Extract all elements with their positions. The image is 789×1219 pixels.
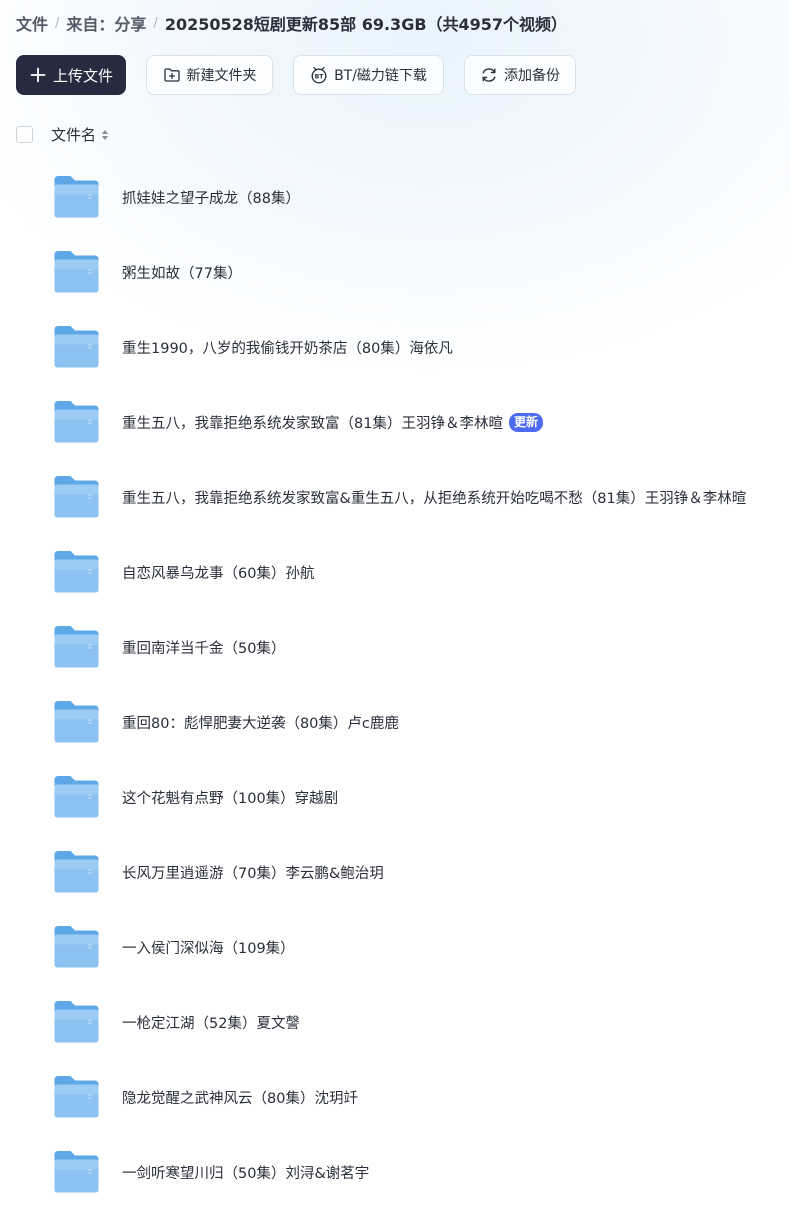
folder-name: 粥生如故（77集） <box>122 266 242 282</box>
upload-button-label: 上传文件 <box>52 66 113 85</box>
breadcrumb-separator: / <box>55 15 60 31</box>
folder-name: 重生1990，八岁的我偷钱开奶茶店（80集）海依凡 <box>122 341 453 357</box>
folder-icon <box>53 175 100 219</box>
folder-icon <box>53 775 100 819</box>
folder-name: 重生五八，我靠拒绝系统发家致富（81集）王羽铮＆李林暄 更新 <box>122 412 543 433</box>
toolbar: 上传文件 新建文件夹 BT BT/磁力链下载 添加备份 <box>16 55 576 95</box>
list-item[interactable]: 重回80：彪悍肥妻大逆袭（80集）卢c鹿鹿 <box>0 685 789 760</box>
plus-icon <box>29 66 47 84</box>
breadcrumb-shared[interactable]: 来自：分享 <box>66 11 146 35</box>
list-item[interactable]: 自恋风暴乌龙事（60集）孙航 <box>0 535 789 610</box>
folder-name: 自恋风暴乌龙事（60集）孙航 <box>122 566 315 582</box>
folder-icon <box>53 400 100 444</box>
breadcrumb-separator: / <box>153 15 158 31</box>
folder-icon <box>53 1000 100 1044</box>
folder-name: 重生五八，我靠拒绝系统发家致富&重生五八，从拒绝系统开始吃喝不愁（81集）王羽铮… <box>122 491 747 507</box>
svg-text:BT: BT <box>315 73 325 80</box>
list-item[interactable]: 一剑听寒望川归（50集）刘浔&谢茗宇 <box>0 1135 789 1210</box>
folder-name: 重回80：彪悍肥妻大逆袭（80集）卢c鹿鹿 <box>122 716 399 732</box>
list-item[interactable]: 重回南洋当千金（50集） <box>0 610 789 685</box>
folder-icon <box>53 250 100 294</box>
file-list: 抓娃娃之望子成龙（88集） 粥生如故（77集） 重生1990，八岁的我偷钱开奶茶… <box>0 160 789 1210</box>
list-header: 文件名 <box>16 124 109 145</box>
folder-icon <box>53 1075 100 1119</box>
folder-name-text: 重生五八，我靠拒绝系统发家致富（81集）王羽铮＆李林暄 <box>122 416 503 432</box>
list-item[interactable]: 一枪定江湖（52集）夏文謦 <box>0 985 789 1060</box>
bt-button-label: BT/磁力链下载 <box>334 68 427 84</box>
bt-magnet-download-button[interactable]: BT BT/磁力链下载 <box>293 55 444 95</box>
folder-icon <box>53 550 100 594</box>
list-item[interactable]: 重生五八，我靠拒绝系统发家致富（81集）王羽铮＆李林暄 更新 <box>0 385 789 460</box>
folder-icon <box>53 925 100 969</box>
folder-name: 一剑听寒望川归（50集）刘浔&谢茗宇 <box>122 1166 370 1182</box>
add-backup-button-label: 添加备份 <box>504 68 560 84</box>
folder-icon <box>53 850 100 894</box>
folder-name: 这个花魁有点野（100集）穿越剧 <box>122 791 339 807</box>
folder-icon <box>53 1150 100 1194</box>
folder-icon <box>53 325 100 369</box>
list-item[interactable]: 一入侯门深似海（109集） <box>0 910 789 985</box>
folder-name: 一入侯门深似海（109集） <box>122 941 295 957</box>
folder-name: 抓娃娃之望子成龙（88集） <box>122 191 300 207</box>
breadcrumb-files[interactable]: 文件 <box>16 11 48 35</box>
breadcrumb-current-folder: 20250528短剧更新85部 69.3GB（共4957个视频） <box>164 15 568 34</box>
folder-name: 重回南洋当千金（50集） <box>122 641 286 657</box>
new-folder-button[interactable]: 新建文件夹 <box>146 55 273 95</box>
upload-button[interactable]: 上传文件 <box>16 55 126 95</box>
select-all-checkbox[interactable] <box>16 126 33 143</box>
folder-name: 长风万里逍遥游（70集）李云鹏&鲍治玥 <box>122 866 384 882</box>
folder-name: 一枪定江湖（52集）夏文謦 <box>122 1016 300 1032</box>
list-item[interactable]: 这个花魁有点野（100集）穿越剧 <box>0 760 789 835</box>
folder-name: 隐龙觉醒之武神风云（80集）沈玥竏 <box>122 1091 358 1107</box>
backup-sync-icon <box>480 66 498 84</box>
column-header-name[interactable]: 文件名 <box>51 124 109 145</box>
column-header-name-label: 文件名 <box>51 126 97 144</box>
new-folder-button-label: 新建文件夹 <box>186 68 257 84</box>
update-badge: 更新 <box>508 413 543 432</box>
new-folder-icon <box>163 66 181 84</box>
folder-icon <box>53 625 100 669</box>
bt-icon: BT <box>310 66 328 84</box>
list-item[interactable]: 抓娃娃之望子成龙（88集） <box>0 160 789 235</box>
folder-icon <box>53 475 100 519</box>
list-item[interactable]: 重生1990，八岁的我偷钱开奶茶店（80集）海依凡 <box>0 310 789 385</box>
add-backup-button[interactable]: 添加备份 <box>464 55 576 95</box>
list-item[interactable]: 隐龙觉醒之武神风云（80集）沈玥竏 <box>0 1060 789 1135</box>
list-item[interactable]: 长风万里逍遥游（70集）李云鹏&鲍治玥 <box>0 835 789 910</box>
sort-icon[interactable] <box>101 129 109 141</box>
breadcrumb: 文件 / 来自：分享 / 20250528短剧更新85部 69.3GB（共495… <box>16 11 567 35</box>
list-item[interactable]: 重生五八，我靠拒绝系统发家致富&重生五八，从拒绝系统开始吃喝不愁（81集）王羽铮… <box>0 460 789 535</box>
list-item[interactable]: 粥生如故（77集） <box>0 235 789 310</box>
folder-icon <box>53 700 100 744</box>
